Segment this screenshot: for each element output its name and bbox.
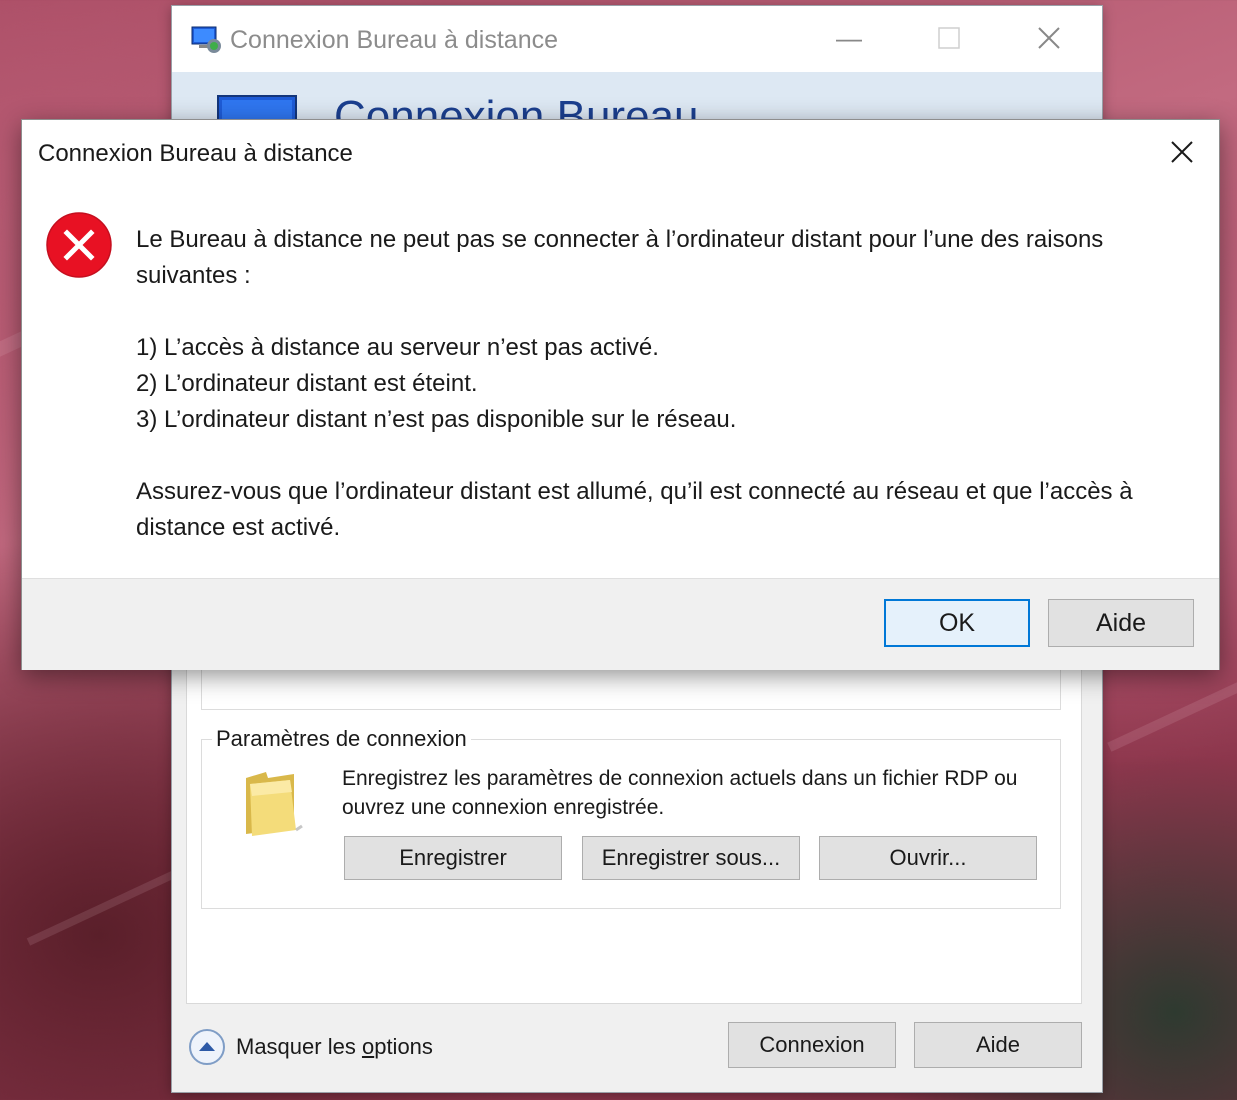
error-x-icon: [46, 212, 112, 278]
dialog-message: Le Bureau à distance ne peut pas se conn…: [136, 222, 1196, 546]
remote-desktop-icon: [191, 26, 221, 53]
message-intro: Le Bureau à distance ne peut pas se conn…: [136, 226, 1104, 289]
save-as-button[interactable]: Enregistrer sous...: [582, 836, 800, 880]
hide-options-label-accel: o: [361, 1034, 375, 1059]
rdp-window-title: Connexion Bureau à distance: [230, 26, 559, 54]
rdp-titlebar: Connexion Bureau à distance —: [172, 6, 1102, 72]
maximize-button[interactable]: [926, 20, 972, 56]
error-dialog: Connexion Bureau à distance Le Bureau à …: [22, 120, 1219, 670]
save-button[interactable]: Enregistrer: [344, 836, 562, 880]
message-outro: Assurez-vous que l’ordinateur distant es…: [136, 478, 1133, 541]
dialog-footer: OK Aide: [22, 578, 1219, 670]
rdp-close-button[interactable]: [1026, 20, 1072, 56]
wallpaper-streak: [26, 862, 194, 946]
wallpaper-streak: [1107, 658, 1237, 752]
folder-icon: [246, 772, 303, 836]
dialog-title: Connexion Bureau à distance: [38, 140, 353, 167]
minimize-button[interactable]: —: [826, 20, 872, 56]
hide-options-label-suffix: ptions: [374, 1034, 433, 1059]
maximize-icon: [938, 27, 960, 49]
connection-settings-legend: Paramètres de connexion: [212, 726, 471, 752]
chevron-up-icon[interactable]: [188, 1028, 226, 1066]
close-icon: [1038, 27, 1060, 49]
connect-button[interactable]: Connexion: [728, 1022, 896, 1068]
hide-options-label-prefix: Masquer les: [236, 1034, 362, 1059]
hide-options-toggle[interactable]: Masquer les options: [236, 1034, 433, 1060]
connection-settings-description: Enregistrez les paramètres de connexion …: [342, 767, 1018, 819]
reason-item: 1) L’accès à distance au serveur n’est p…: [136, 334, 659, 361]
ok-button[interactable]: OK: [884, 599, 1030, 647]
open-button[interactable]: Ouvrir...: [819, 836, 1037, 880]
rdp-help-button[interactable]: Aide: [914, 1022, 1082, 1068]
dialog-help-button[interactable]: Aide: [1048, 599, 1194, 647]
reason-item: 2) L’ordinateur distant est éteint.: [136, 370, 478, 397]
connection-settings-group: Paramètres de connexion Enregistrez les …: [201, 726, 1061, 909]
close-icon[interactable]: [1160, 132, 1204, 172]
reason-item: 3) L’ordinateur distant n’est pas dispon…: [136, 406, 737, 433]
